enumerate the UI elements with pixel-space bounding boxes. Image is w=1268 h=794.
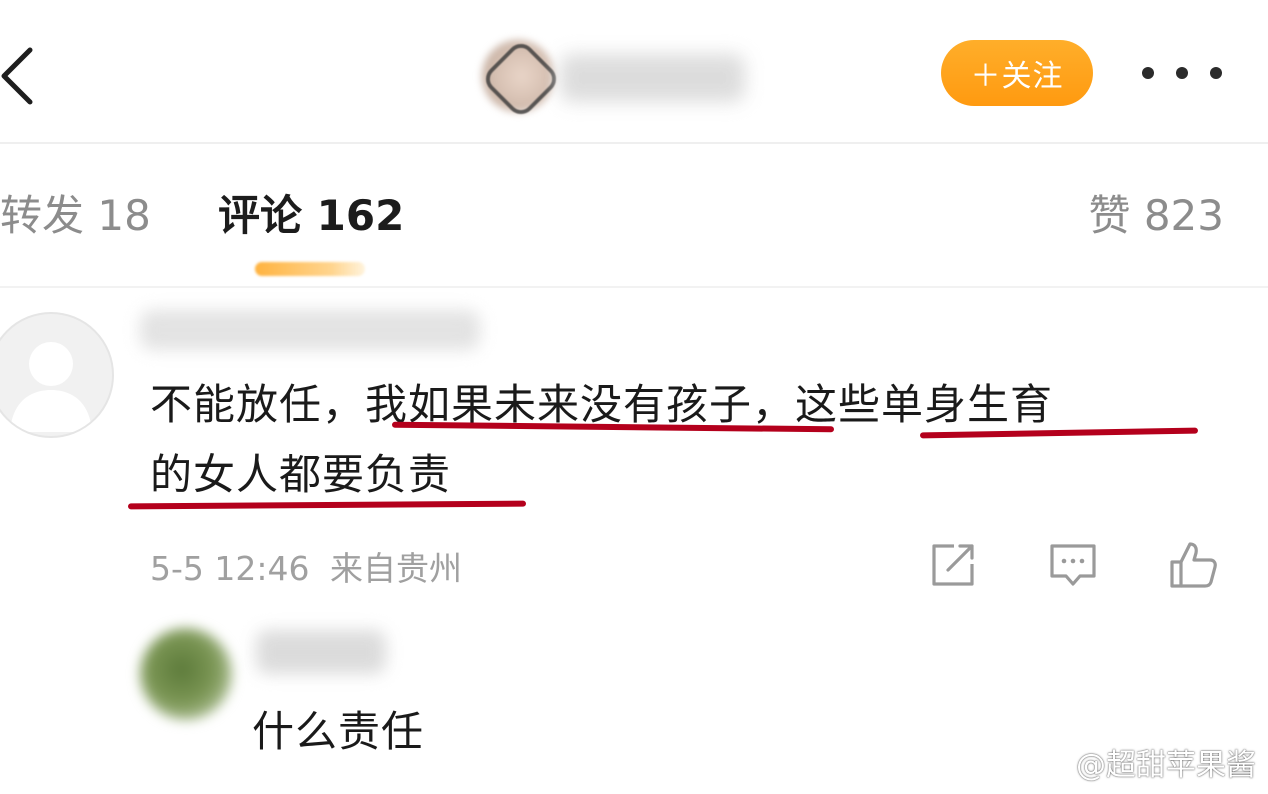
reply-avatar[interactable]	[140, 628, 232, 720]
watermark-text: @超甜苹果酱	[1076, 748, 1256, 783]
comment-meta: 5-5 12:46 来自贵州	[150, 542, 462, 590]
reply-text: 什么责任	[252, 707, 425, 756]
comment-text-plain: 不能放任，	[150, 380, 366, 429]
comment-text: 不能放任，我如果未来没有孩子，这些单身生育 的女人都要负责	[150, 370, 1240, 510]
top-bar: ＋关注	[0, 0, 1268, 140]
tab-likes[interactable]: 赞 823	[1088, 186, 1224, 246]
follow-button[interactable]: ＋关注	[941, 40, 1093, 106]
comment-time: 5-5 12:46	[150, 549, 310, 588]
avatar[interactable]	[0, 312, 114, 438]
divider	[0, 286, 1268, 288]
share-icon[interactable]	[928, 540, 978, 590]
chevron-left-icon[interactable]	[0, 44, 40, 108]
tab-comments[interactable]: 评论 162	[218, 186, 404, 246]
comment-text-marked: 的女人都要负责	[150, 450, 452, 499]
comment-icon[interactable]	[1048, 540, 1098, 590]
comment-text-plain: ，	[752, 380, 796, 429]
active-tab-indicator	[255, 262, 365, 276]
tab-reposts[interactable]: 转发 18	[0, 186, 151, 246]
reply-username-redacted	[256, 630, 386, 674]
comment-text-marked: 这些单身生育	[795, 380, 1054, 429]
more-icon[interactable]	[1142, 56, 1222, 90]
username-redacted	[140, 310, 480, 350]
author-name-redacted	[560, 54, 745, 102]
like-icon[interactable]	[1168, 540, 1218, 590]
comment-location: 来自贵州	[330, 549, 462, 588]
divider	[0, 142, 1268, 144]
watermark: @超甜苹果酱	[1032, 740, 1256, 787]
weibo-icon	[1032, 747, 1072, 787]
